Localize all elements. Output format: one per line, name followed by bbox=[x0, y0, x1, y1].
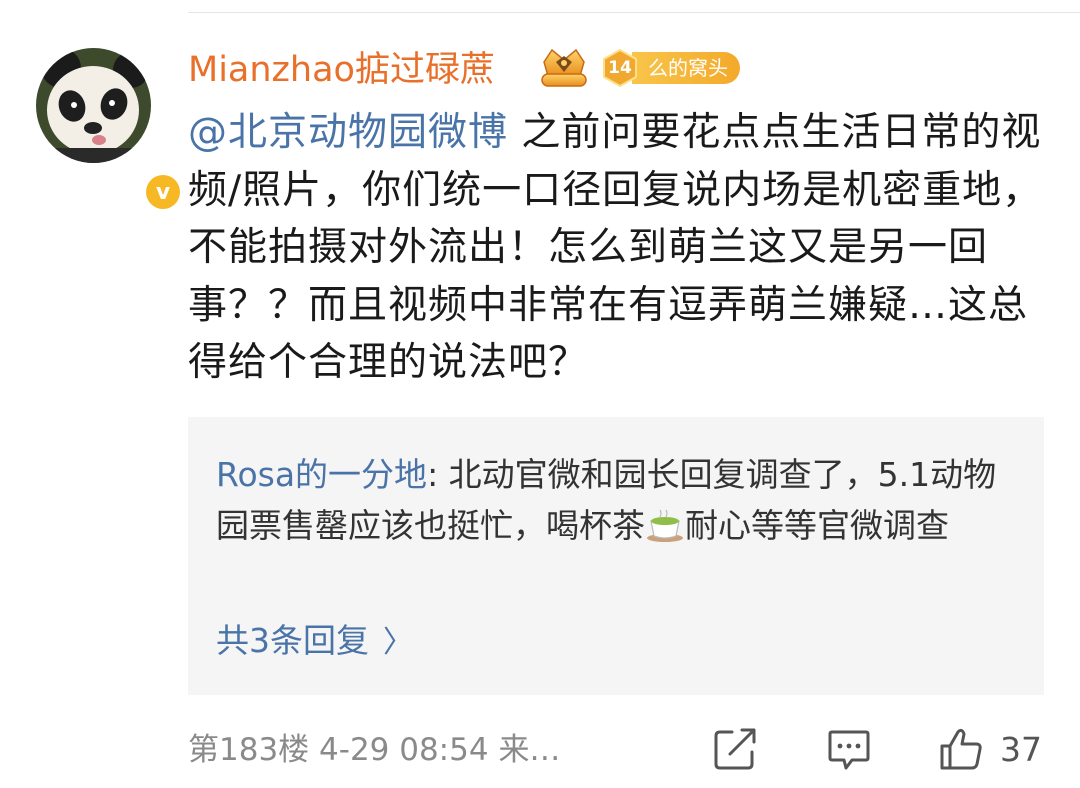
chevron-right-icon: 〉 bbox=[383, 625, 413, 660]
comment-datetime: 4-29 08:54 bbox=[319, 732, 489, 768]
reply-preview: Rosa的一分地: 北动官微和园长回复调查了，5.1动物园票售罄应该也挺忙，喝杯… bbox=[216, 449, 1016, 551]
fan-badge[interactable]: 14 么的窝头 bbox=[600, 48, 740, 88]
avatar[interactable]: v bbox=[36, 48, 184, 213]
comment-body: @北京动物园微博 之前问要花点点生活日常的视频/照片，你们统一口径回复说内场是机… bbox=[188, 104, 1048, 392]
more-replies-link[interactable]: 共3条回复〉 bbox=[216, 619, 413, 665]
floor-number: 第183楼 bbox=[188, 732, 310, 768]
comment-meta: 第183楼 4-29 08:54 来… bbox=[188, 728, 560, 772]
fan-badge-name: 么的窝头 bbox=[632, 52, 740, 84]
share-icon[interactable] bbox=[712, 726, 758, 772]
like-count: 37 bbox=[1000, 730, 1042, 769]
comment-username[interactable]: Mianzhao掂过碌蔗 bbox=[188, 48, 495, 92]
mention-link[interactable]: @北京动物园微博 bbox=[188, 110, 508, 155]
top-divider bbox=[188, 12, 1080, 13]
like-icon[interactable] bbox=[938, 726, 984, 772]
crown-badge-icon[interactable] bbox=[536, 46, 592, 92]
tea-emoji-icon bbox=[647, 509, 683, 542]
fan-level-icon: 14 bbox=[600, 48, 640, 88]
reply-text-after: 耐心等等官微调查 bbox=[685, 506, 949, 545]
reply-author-link[interactable]: Rosa的一分地 bbox=[216, 455, 427, 494]
avatar-panda-image bbox=[36, 48, 151, 163]
fan-level-number: 14 bbox=[608, 58, 632, 78]
more-replies-label: 共3条回复 bbox=[216, 621, 369, 660]
comment-source: 来… bbox=[498, 732, 561, 768]
verified-badge-icon: v bbox=[146, 175, 180, 209]
comment-icon[interactable] bbox=[826, 726, 872, 772]
verified-badge: v bbox=[142, 171, 184, 213]
